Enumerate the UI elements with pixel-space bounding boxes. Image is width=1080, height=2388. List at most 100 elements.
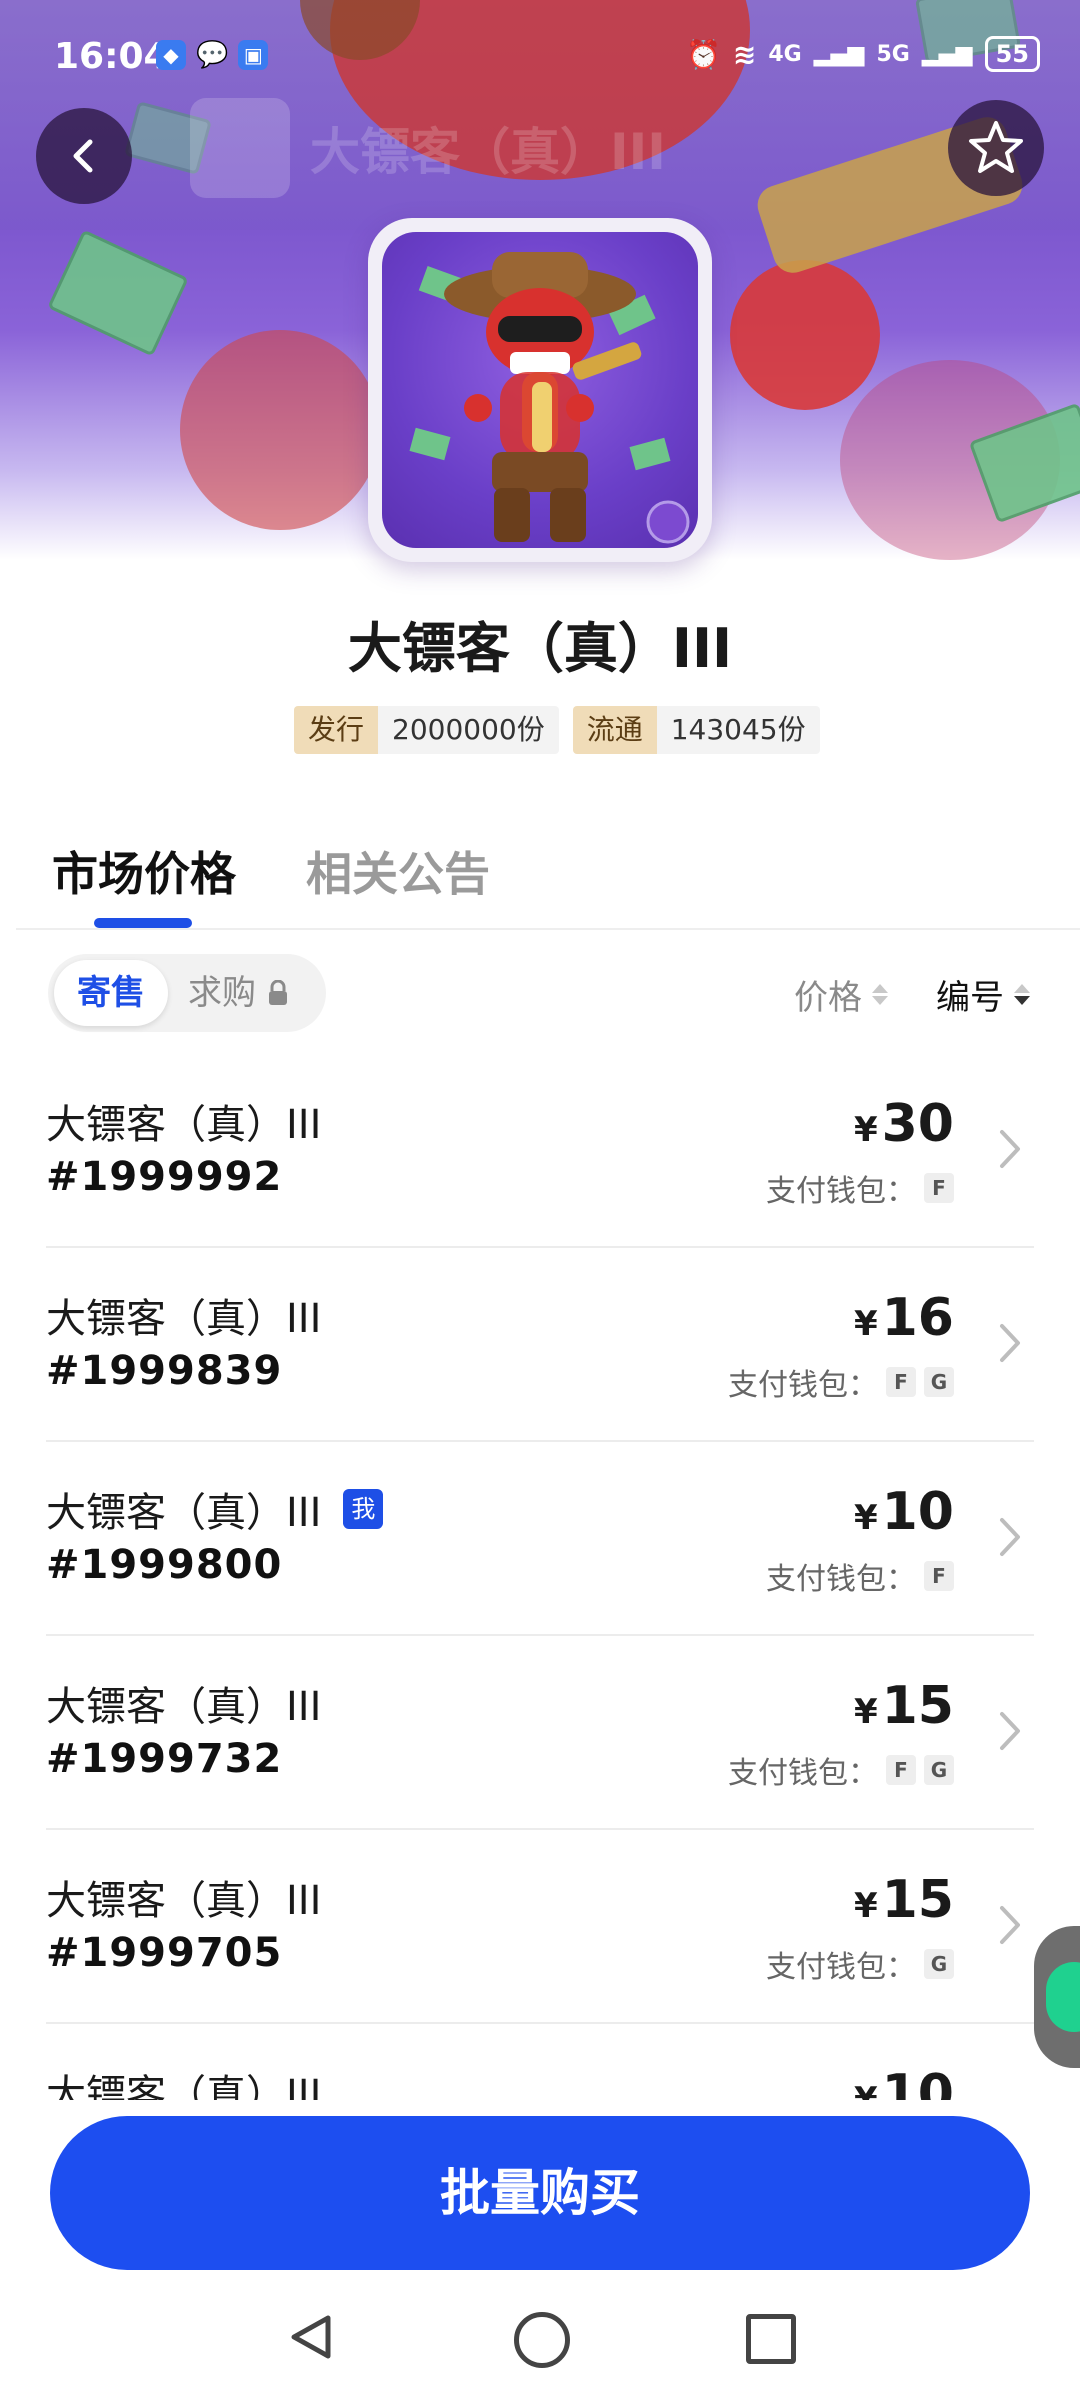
listing-price: ¥ 15 [854, 1676, 954, 1736]
hero-art-hand [730, 260, 880, 410]
wallet-label: 支付钱包： [766, 1562, 916, 1597]
collapsed-title: 大镖客（真）III [310, 123, 666, 181]
price-amount: 15 [881, 1676, 954, 1736]
active-tab-indicator [94, 918, 192, 928]
listing-name-line: 大镖客（真）III [46, 1868, 321, 1926]
listing-serial: #1999992 [46, 1154, 283, 1200]
cowboy-snake-artwork [409, 252, 690, 544]
listing-name-line: 大镖客（真）III [46, 2062, 321, 2100]
price-amount: 10 [881, 1482, 954, 1542]
listing-price: ¥ 30 [854, 1094, 954, 1154]
sort-by-number[interactable]: 编号 [936, 970, 1030, 1019]
battery-indicator: 55 [984, 36, 1040, 72]
listing-name: 大镖客（真）III [46, 1684, 322, 1730]
listing-row[interactable]: 大镖客（真）III #1999732 ¥ 15 支付钱包： F G [46, 1636, 1034, 1830]
tab-market-price[interactable]: 市场价格 [52, 838, 236, 904]
sort-price-label: 价格 [794, 978, 862, 1018]
assistant-icon [1046, 1962, 1080, 2032]
bulk-buy-button[interactable]: 批量购买 [50, 2116, 1030, 2270]
wallet-tag: G [924, 1755, 954, 1785]
issue-value: 2000000份 [378, 706, 559, 754]
chevron-right-icon [1000, 1518, 1020, 1556]
price-amount: 10 [881, 2064, 954, 2100]
wallet-tag: G [924, 1367, 954, 1397]
my-listing-badge: 我 [343, 1489, 384, 1529]
tab-announcements[interactable]: 相关公告 [306, 838, 490, 904]
app-notification-icon: ◆ [156, 40, 186, 70]
wallet-label: 支付钱包： [766, 1174, 916, 1209]
listing-name: 大镖客（真）III [46, 1878, 322, 1924]
chevron-right-icon [1000, 1130, 1020, 1168]
divider [16, 928, 1080, 930]
circulation-tag: 流通 143045份 [572, 706, 820, 754]
payment-wallets: 支付钱包： G [766, 1942, 954, 1986]
listing-name-line: 大镖客（真）III 我 [46, 1480, 384, 1538]
supply-tags: 发行 2000000份 流通 143045份 [294, 706, 820, 754]
listing-serial: #1999732 [46, 1736, 283, 1782]
system-icons: ⏰ ≋ 4G ▂▄▆ 5G ▂▄▆ 55 [686, 36, 1040, 72]
listing-name: 大镖客（真）III [46, 1296, 322, 1342]
collapsed-thumbnail [190, 98, 290, 198]
listing-name: 大镖客（真）III [46, 1490, 322, 1536]
signal-icon: ▂▄▆ [813, 41, 865, 67]
chevron-right-icon [1000, 1324, 1020, 1362]
notification-icons: ◆ 💬 ▣ [156, 40, 269, 70]
currency-symbol: ¥ [853, 1692, 878, 1732]
listing-row[interactable]: 大镖客（真）III #1999992 ¥ 30 支付钱包： F [46, 1054, 1034, 1248]
price-amount: 16 [881, 1288, 954, 1348]
currency-symbol: ¥ [853, 1304, 878, 1344]
payment-wallets: 支付钱包： F [766, 1554, 954, 1598]
network-4g-label: 4G [768, 41, 802, 67]
chevron-right-icon [1000, 1712, 1020, 1750]
sort-by-price[interactable]: 价格 [794, 970, 888, 1019]
listing-row[interactable]: 大镖客（真）III #1999839 ¥ 16 支付钱包： F G [46, 1248, 1034, 1442]
listing-row[interactable]: 大镖客（真）III 我 #1999800 ¥ 10 支付钱包： F [46, 1442, 1034, 1636]
listing-serial: #1999705 [46, 1930, 283, 1976]
square-recent-icon[interactable] [746, 2314, 796, 2364]
floating-assistant-button[interactable] [1034, 1926, 1080, 2068]
artwork-image [382, 232, 698, 548]
request-label: 求购 [188, 973, 256, 1013]
currency-symbol: ¥ [853, 1110, 878, 1150]
message-icon: 💬 [196, 40, 229, 70]
sort-arrows-icon [1014, 984, 1030, 1005]
wallet-label: 支付钱包： [728, 1368, 878, 1403]
price-amount: 15 [881, 1870, 954, 1930]
wallet-tag: F [886, 1367, 916, 1397]
lock-icon [269, 980, 287, 1005]
listing-type-toggle: 寄售 求购 [48, 954, 326, 1032]
tab-bar: 市场价格 相关公告 [52, 838, 490, 904]
request-option[interactable]: 求购 [188, 960, 290, 1026]
favorite-button[interactable] [948, 100, 1044, 196]
listing-serial: #1999800 [46, 1542, 283, 1588]
listing-serial: #1999839 [46, 1348, 283, 1394]
listing-price: ¥ 10 [854, 1482, 954, 1542]
item-title: 大镖客（真）III [347, 617, 733, 680]
wallet-tag: F [924, 1173, 954, 1203]
money-decoration [47, 229, 189, 357]
chevron-right-icon [1000, 1906, 1020, 1944]
circle-home-icon[interactable] [514, 2312, 570, 2368]
wallet-label: 支付钱包： [728, 1756, 878, 1791]
currency-symbol: ¥ [853, 2080, 878, 2100]
consign-option[interactable]: 寄售 [54, 960, 168, 1026]
network-5g-label: 5G [876, 41, 910, 67]
app-notification-icon: ▣ [238, 40, 269, 70]
triangle-back-icon[interactable] [286, 2312, 336, 2362]
wallet-tag: F [924, 1561, 954, 1591]
wallet-tag: G [924, 1949, 954, 1979]
wifi-icon: ≋ [732, 37, 757, 71]
payment-wallets: 支付钱包： F G [728, 1360, 954, 1404]
circulation-value: 143045份 [656, 706, 820, 754]
issue-label: 发行 [294, 706, 379, 754]
payment-wallets: 支付钱包： F [766, 1166, 954, 1210]
status-time: 16:04 [54, 36, 169, 77]
sort-number-label: 编号 [936, 978, 1004, 1018]
back-button[interactable] [36, 108, 132, 204]
listing-row[interactable]: 大镖客（真）III #1999705 ¥ 15 支付钱包： G [46, 1830, 1034, 2024]
wallet-tag: F [886, 1755, 916, 1785]
listing-name: 大镖客（真）III [46, 1102, 322, 1148]
listing-name-line: 大镖客（真）III [46, 1286, 321, 1344]
listing-row[interactable]: 大镖客（真）III ¥ 10 [46, 2024, 1034, 2100]
listing-price: ¥ 15 [854, 1870, 954, 1930]
